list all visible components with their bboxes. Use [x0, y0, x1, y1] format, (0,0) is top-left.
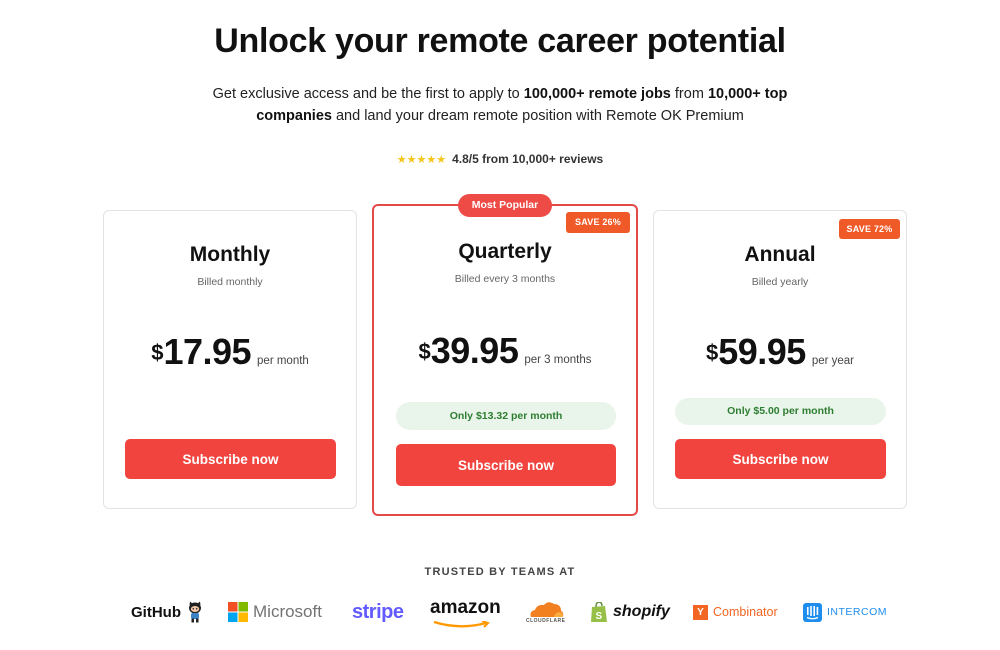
- amazon-logo: amazon: [430, 597, 501, 628]
- ycombinator-y-icon: Y: [693, 604, 708, 620]
- price-amount: 39.95: [430, 330, 519, 371]
- most-popular-badge: Most Popular: [458, 194, 552, 217]
- github-logo: GitHub: [131, 598, 204, 626]
- plan-card-monthly: Monthly Billed monthly $17.95 per month S…: [103, 210, 357, 509]
- stripe-logo: stripe: [352, 598, 404, 626]
- microsoft-logo: Microsoft: [228, 598, 322, 626]
- save-badge: SAVE 26%: [566, 212, 630, 233]
- ycombinator-logo: Y Combinator: [693, 598, 778, 626]
- cloud-icon: [527, 600, 565, 618]
- subtitle-text: Get exclusive access and be the first to…: [212, 86, 524, 102]
- microsoft-wordmark: Microsoft: [253, 602, 322, 621]
- cloudflare-wordmark: CLOUDFLARE: [526, 618, 566, 624]
- shopify-bag-icon: S: [590, 600, 608, 623]
- shopify-wordmark: shopify: [613, 603, 670, 620]
- cloudflare-logo: CLOUDFLARE: [526, 600, 565, 628]
- intercom-icon: [803, 602, 822, 622]
- price-currency: $: [151, 340, 164, 365]
- price-period: per year: [811, 355, 855, 367]
- savings-pill: Only $13.32 per month: [396, 402, 616, 430]
- svg-text:S: S: [596, 611, 603, 622]
- subtitle-highlight-jobs: 100,000+ remote jobs: [523, 86, 671, 102]
- plan-price: $39.95 per 3 months: [374, 330, 636, 372]
- octocat-icon: [186, 601, 204, 623]
- star-rating-icon: ★★★★★: [396, 154, 447, 166]
- price-amount: 59.95: [718, 331, 806, 372]
- price-currency: $: [705, 340, 719, 365]
- price-amount: 17.95: [163, 331, 252, 372]
- amazon-smile-icon: [430, 616, 496, 628]
- subscribe-button-monthly[interactable]: Subscribe now: [125, 439, 336, 479]
- intercom-wordmark: INTERCOM: [827, 606, 887, 618]
- plan-price: $17.95 per month: [104, 331, 356, 373]
- page-title: Unlock your remote career potential: [214, 22, 786, 60]
- price-period: per 3 months: [524, 354, 592, 366]
- plan-name: Annual: [744, 243, 816, 266]
- subtitle-text: from: [670, 86, 708, 102]
- subscribe-button-quarterly[interactable]: Subscribe now: [396, 444, 616, 486]
- intercom-logo: INTERCOM: [803, 598, 887, 626]
- save-badge: SAVE 72%: [839, 219, 900, 239]
- stripe-wordmark: stripe: [352, 600, 404, 623]
- plan-card-quarterly: SAVE 26% Quarterly Billed every 3 months…: [372, 204, 638, 516]
- shopify-logo: S shopify: [590, 598, 670, 626]
- plan-billing: Billed yearly: [751, 276, 809, 288]
- hero-subtitle: Get exclusive access and be the first to…: [200, 83, 800, 127]
- subscribe-button-annual[interactable]: Subscribe now: [675, 439, 886, 479]
- ycombinator-wordmark: Combinator: [713, 605, 778, 619]
- trusted-by-label: TRUSTED BY TEAMS AT: [424, 566, 576, 578]
- plan-billing: Billed every 3 months: [454, 273, 556, 285]
- plan-name: Monthly: [189, 243, 271, 266]
- plan-name: Quarterly: [458, 240, 552, 263]
- plan-card-annual: SAVE 72% Annual Billed yearly $59.95 per …: [653, 210, 907, 509]
- microsoft-squares-icon: [228, 602, 248, 622]
- price-currency: $: [418, 339, 431, 364]
- plan-price: $59.95 per year: [654, 331, 906, 373]
- rating-text: 4.8/5 from 10,000+ reviews: [452, 152, 604, 166]
- subtitle-text: and land your dream remote position with…: [331, 108, 744, 124]
- github-wordmark: GitHub: [131, 603, 181, 621]
- amazon-wordmark: amazon: [430, 597, 501, 618]
- savings-pill: Only $5.00 per month: [675, 398, 886, 425]
- plan-billing: Billed monthly: [197, 276, 263, 288]
- rating-summary: ★★★★★ 4.8/5 from 10,000+ reviews: [0, 152, 1000, 166]
- price-period: per month: [257, 355, 309, 367]
